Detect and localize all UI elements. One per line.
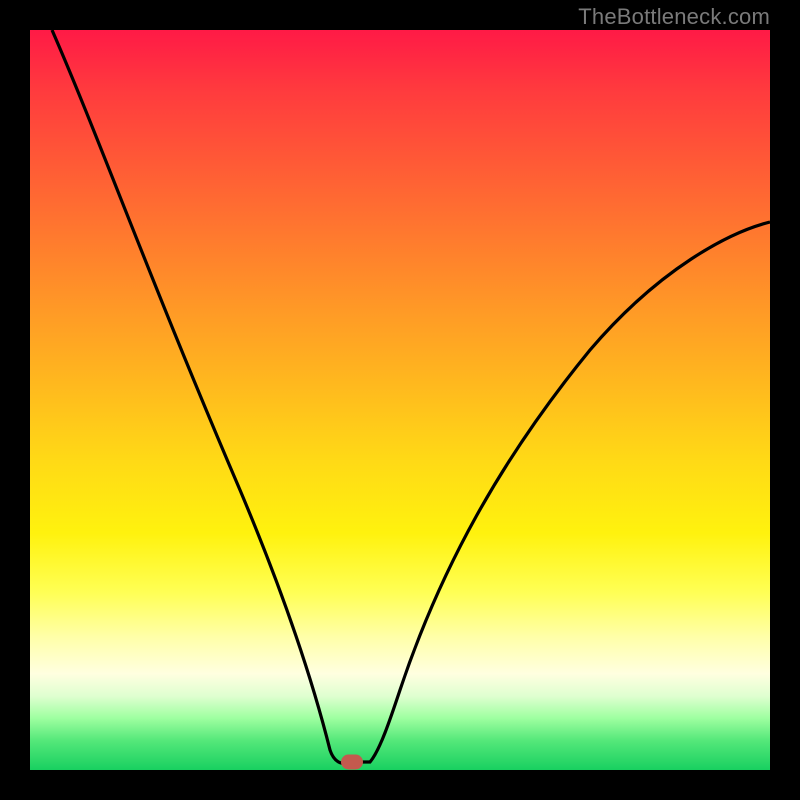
bottleneck-marker: [341, 754, 363, 769]
watermark-text: TheBottleneck.com: [578, 4, 770, 30]
bottleneck-curve: [52, 30, 770, 764]
plot-area: [30, 30, 770, 770]
chart-frame: TheBottleneck.com: [0, 0, 800, 800]
curve-svg: [30, 30, 770, 770]
